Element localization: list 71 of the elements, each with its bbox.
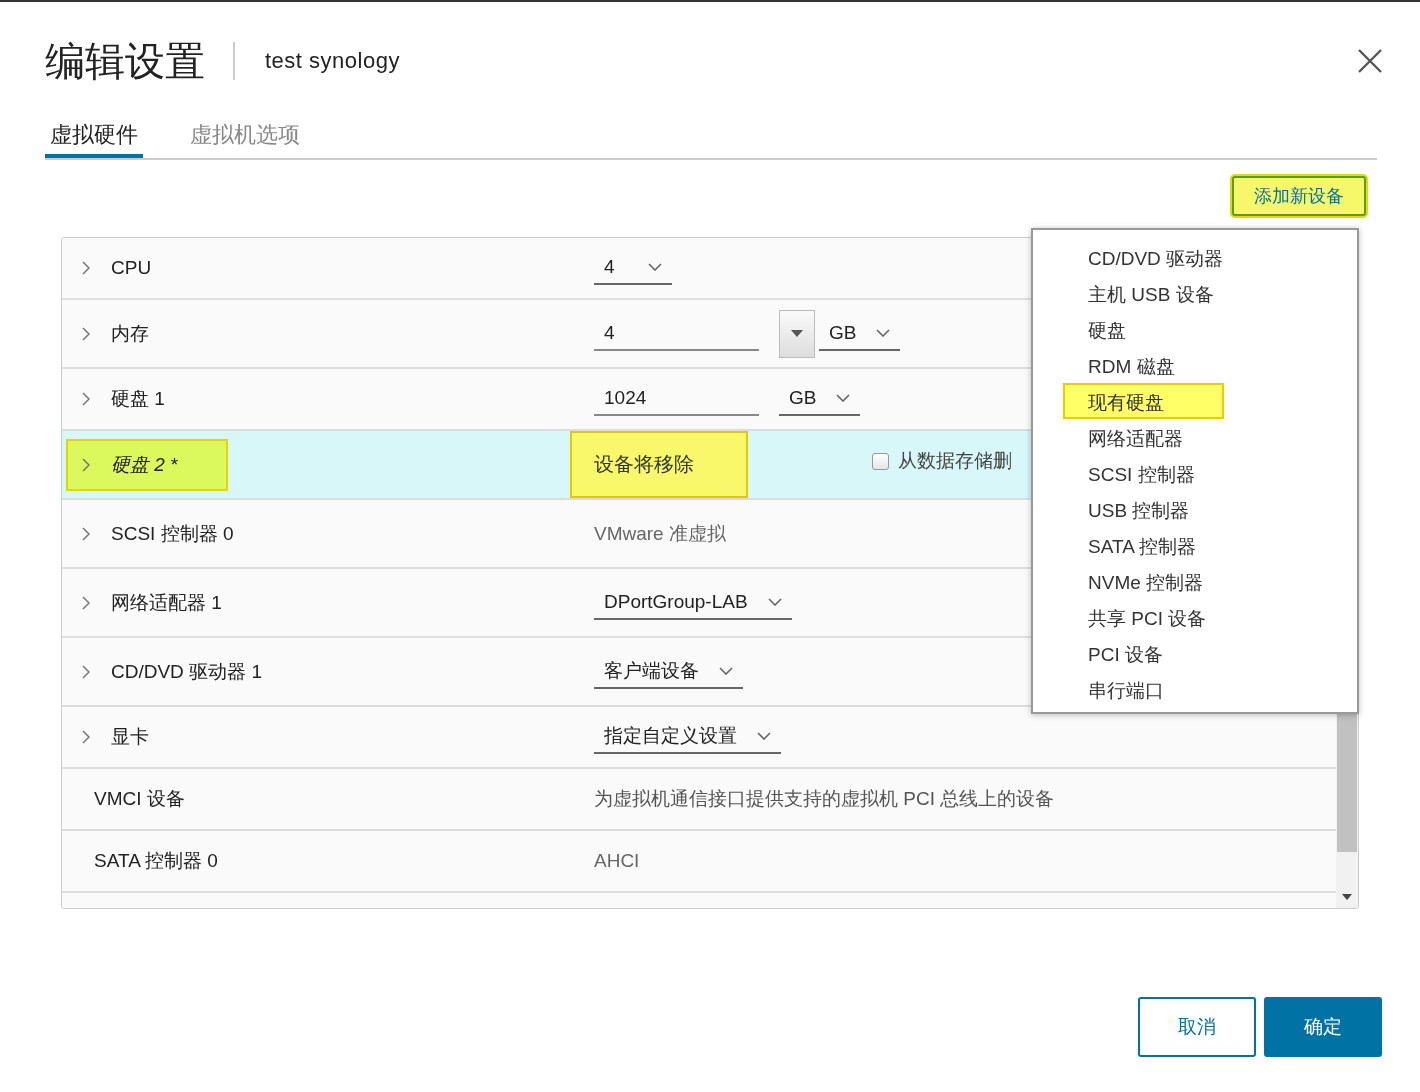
- device-label: 显卡: [111, 725, 149, 749]
- chevron-right-icon: [82, 261, 90, 275]
- expand-button[interactable]: [82, 730, 90, 744]
- cancel-button[interactable]: 取消: [1138, 997, 1256, 1057]
- menu-item[interactable]: SCSI 控制器: [1063, 455, 1255, 491]
- device-label: CD/DVD 驱动器 1: [111, 659, 262, 684]
- menu-item[interactable]: 串行端口: [1063, 671, 1224, 707]
- scroll-down-icon: [1342, 894, 1352, 900]
- device-label: 硬盘 1: [111, 387, 165, 411]
- dialog-title: 编辑设置: [45, 37, 205, 85]
- expand-button[interactable]: [82, 526, 90, 541]
- triangle-down-icon: [791, 330, 803, 337]
- chevron-right-icon: [82, 526, 90, 541]
- expand-button[interactable]: [82, 326, 90, 341]
- checkbox-label: 从数据存储删: [898, 449, 1012, 473]
- dropdown[interactable]: 指定自定义设置: [594, 720, 781, 754]
- chevron-right-icon: [82, 392, 90, 406]
- value-text: VMware 准虚拟: [594, 521, 726, 546]
- device-label: 内存: [111, 321, 149, 346]
- menu-item[interactable]: PCI 设备: [1063, 635, 1223, 671]
- expand-button[interactable]: [82, 392, 90, 406]
- description-text: 为虚拟机通信接口提供支持的虚拟机 PCI 总线上的设备: [594, 787, 1055, 811]
- caret-icon: [767, 597, 782, 606]
- chevron-right-icon: [82, 595, 90, 610]
- checkbox[interactable]: [872, 452, 889, 470]
- menu-item[interactable]: SATA 控制器: [1063, 527, 1257, 563]
- menu-item[interactable]: USB 控制器: [1063, 491, 1250, 527]
- device-label: SATA 控制器 0: [94, 849, 218, 873]
- device-label: VMCI 设备: [94, 787, 185, 811]
- caret-icon: [719, 666, 733, 675]
- caret-icon: [648, 263, 662, 271]
- close-icon: [1357, 48, 1383, 74]
- menu-item[interactable]: 硬盘: [1063, 311, 1186, 347]
- device-label: CPU: [111, 257, 152, 279]
- chevron-right-icon: [82, 326, 90, 341]
- device-label: 硬盘 2 *: [111, 452, 178, 477]
- caret-icon: [757, 732, 771, 740]
- tab[interactable]: 虚拟机选项: [185, 120, 305, 158]
- vm-name: test synology: [265, 48, 400, 74]
- menu-item[interactable]: 共享 PCI 设备: [1063, 599, 1267, 635]
- caret-icon: [836, 394, 851, 402]
- menu-item[interactable]: 网络适配器: [1063, 419, 1243, 455]
- dropdown[interactable]: GB: [779, 382, 861, 416]
- add-device-button[interactable]: 添加新设备: [1232, 176, 1366, 216]
- chevron-right-icon: [82, 457, 90, 472]
- status-text: 设备将移除: [570, 431, 748, 498]
- expand-button[interactable]: [82, 261, 90, 275]
- menu-item[interactable]: 主机 USB 设备: [1063, 275, 1274, 311]
- menu-item[interactable]: CD/DVD 驱动器: [1063, 239, 1284, 275]
- device-label: SCSI 控制器 0: [111, 521, 234, 546]
- dropdown[interactable]: 客户端设备: [594, 654, 743, 689]
- input-field[interactable]: 4: [594, 316, 759, 351]
- expand-button[interactable]: [82, 595, 90, 610]
- input-field[interactable]: 1024: [594, 382, 759, 416]
- ok-button[interactable]: 确定: [1264, 997, 1382, 1057]
- close-button[interactable]: [1357, 48, 1383, 74]
- dropdown[interactable]: 4: [594, 251, 672, 285]
- unit-button[interactable]: [779, 309, 815, 358]
- caret-icon: [876, 328, 891, 337]
- menu-item[interactable]: 现有硬盘: [1063, 383, 1224, 419]
- expand-button[interactable]: [82, 457, 90, 472]
- device-label: 网络适配器 1: [111, 590, 222, 615]
- chevron-right-icon: [82, 664, 90, 679]
- expand-button[interactable]: [82, 664, 90, 679]
- chevron-right-icon: [82, 730, 90, 744]
- menu-item[interactable]: RDM 磁盘: [1063, 347, 1235, 383]
- dropdown[interactable]: GB: [819, 316, 901, 351]
- menu-item[interactable]: NVMe 控制器: [1063, 563, 1264, 599]
- dropdown[interactable]: DPortGroup-LAB: [594, 585, 792, 620]
- tab[interactable]: 虚拟硬件: [45, 120, 143, 158]
- value-text: AHCI: [594, 850, 640, 872]
